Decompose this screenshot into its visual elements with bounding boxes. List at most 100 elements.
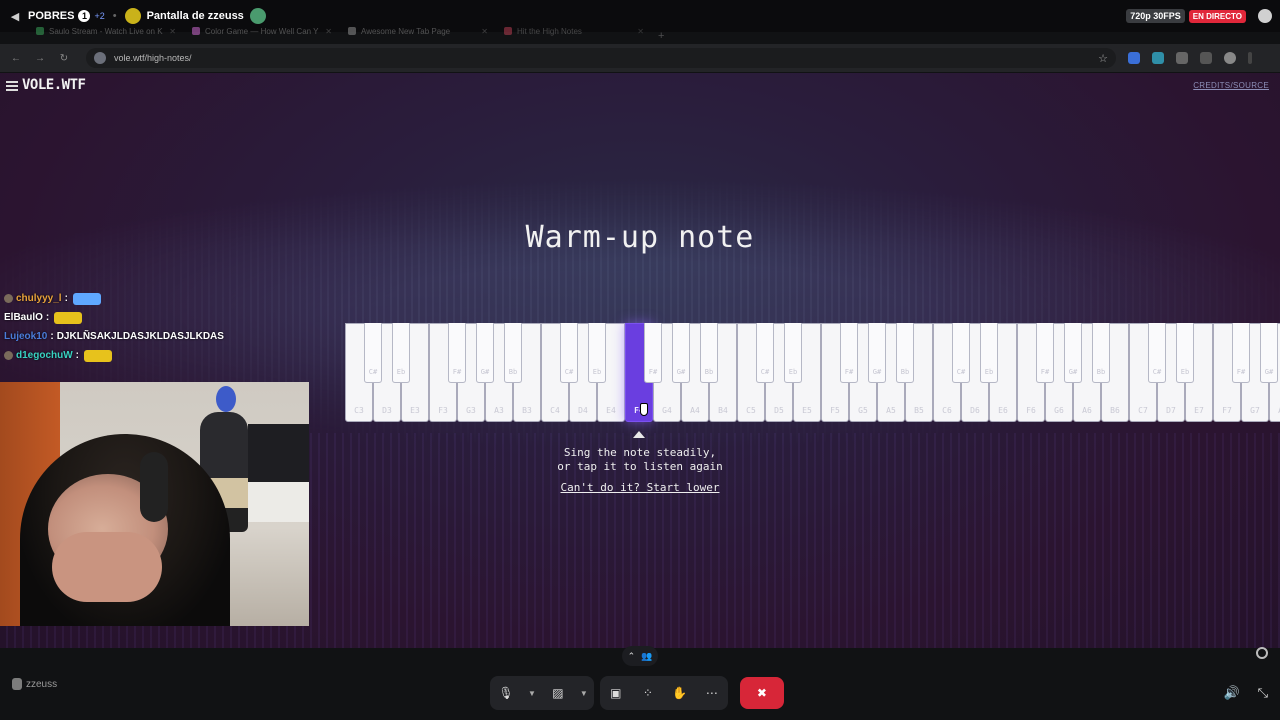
piano-key-fsharp5[interactable]: F#	[840, 323, 858, 383]
piano-key-label: E4	[606, 406, 616, 415]
tab-favicon-icon	[192, 27, 200, 35]
close-icon[interactable]: ✕	[169, 27, 176, 36]
piano-key-bb6[interactable]: Bb	[1092, 323, 1110, 383]
media-icon[interactable]	[1200, 52, 1212, 64]
bookmark-star-icon[interactable]: ☆	[1098, 52, 1108, 65]
piano-key-gsharp7[interactable]: G#	[1260, 323, 1278, 383]
chat-username[interactable]: d1egochuW	[16, 346, 73, 365]
chat-username[interactable]: ElBaulO	[4, 308, 43, 327]
close-icon[interactable]: ✕	[325, 27, 332, 36]
zoom-icon[interactable]	[1256, 647, 1268, 659]
soundboard-icon[interactable]: ✋	[670, 683, 690, 703]
reload-icon[interactable]: ↻	[56, 50, 72, 66]
piano-key-fsharp7[interactable]: F#	[1232, 323, 1250, 383]
piano-key-label: F#	[1236, 368, 1246, 376]
piano-key-label: C#	[564, 368, 574, 376]
tab-color-game[interactable]: Color Game — How Well Can Y ✕	[184, 20, 340, 42]
url-field[interactable]: vole.wtf/high-notes/ ☆	[86, 48, 1116, 68]
piano-key-gsharp6[interactable]: G#	[1064, 323, 1082, 383]
piano-key-label: A3	[494, 406, 504, 415]
piano-key-label: E3	[410, 406, 420, 415]
piano-key-label: Bb	[508, 368, 518, 376]
hamburger-menu-icon[interactable]	[6, 81, 18, 91]
piano-key-fsharp6[interactable]: F#	[1036, 323, 1054, 383]
chat-username[interactable]: chulyyy_l	[16, 289, 62, 308]
piano-key-csharp4[interactable]: C#	[560, 323, 578, 383]
activities-icon[interactable]: ⁘	[638, 683, 658, 703]
piano-key-label: G#	[1068, 368, 1078, 376]
piano-key-label: Eb	[592, 368, 602, 376]
piano-key-eb6[interactable]: Eb	[980, 323, 998, 383]
piano-key-fsharp3[interactable]: F#	[448, 323, 466, 383]
stream-owner-name: zzeuss	[26, 678, 58, 690]
piano-key-label: A4	[690, 406, 700, 415]
piano-key-label: C6	[942, 406, 952, 415]
chevron-down-icon[interactable]: ▼	[528, 689, 536, 698]
piano-key-gsharp4[interactable]: G#	[672, 323, 690, 383]
credits-link[interactable]: CREDITS/SOURCE	[1193, 81, 1269, 90]
piano-key-label: C#	[1152, 368, 1162, 376]
new-tab-button[interactable]: +	[658, 30, 664, 42]
piano-key-label: C3	[354, 406, 364, 415]
chat-message: chulyyy_l :	[4, 289, 224, 308]
volume-icon[interactable]: 🔊	[1224, 685, 1240, 701]
piano-key-bb5[interactable]: Bb	[896, 323, 914, 383]
back-icon[interactable]: ←	[8, 50, 24, 66]
fullscreen-exit-icon[interactable]: ⤡	[1258, 685, 1268, 701]
piano-key-eb4[interactable]: Eb	[588, 323, 606, 383]
url-text: vole.wtf/high-notes/	[114, 53, 192, 63]
site-info-icon[interactable]	[94, 52, 106, 64]
piano-key-label: F6	[1026, 406, 1036, 415]
piano-key-label: D7	[1166, 406, 1176, 415]
piano-key-label: Bb	[1096, 368, 1106, 376]
piano-key-eb5[interactable]: Eb	[784, 323, 802, 383]
forward-icon[interactable]: →	[32, 50, 48, 66]
piano-key-eb3[interactable]: Eb	[392, 323, 410, 383]
cam-headset	[140, 452, 168, 522]
piano-key-csharp7[interactable]: C#	[1148, 323, 1166, 383]
more-icon[interactable]: ⋯	[702, 683, 722, 703]
leave-call-button[interactable]: ✖	[739, 677, 784, 709]
piano-key-label: Eb	[396, 368, 406, 376]
extensions-puzzle-icon[interactable]	[1176, 52, 1188, 64]
piano-key-label: D6	[970, 406, 980, 415]
piano-key-label: Bb	[900, 368, 910, 376]
camera-off-icon[interactable]: ▨	[548, 683, 568, 703]
piano-key-label: C4	[550, 406, 560, 415]
address-bar-row: ← → ↻ vole.wtf/high-notes/ ☆	[0, 44, 1280, 72]
close-icon[interactable]: ✕	[637, 27, 644, 36]
piano-key-eb7[interactable]: Eb	[1176, 323, 1194, 383]
piano-key-label: A5	[886, 406, 896, 415]
piano-key-csharp3[interactable]: C#	[364, 323, 382, 383]
close-icon[interactable]: ✕	[481, 27, 488, 36]
site-logo[interactable]: VOLE.WTF	[22, 77, 86, 93]
piano-key-fsharp4[interactable]: F#	[644, 323, 662, 383]
chat-username[interactable]: Lujeok10	[4, 327, 47, 346]
piano-key-gsharp3[interactable]: G#	[476, 323, 494, 383]
chat-message: ElBaulO :	[4, 308, 224, 327]
piano-key-label: D4	[578, 406, 588, 415]
tab-high-notes[interactable]: Hit the High Notes ✕	[496, 20, 652, 42]
piano-key-gsharp5[interactable]: G#	[868, 323, 886, 383]
piano-key-label: F7	[1222, 406, 1232, 415]
piano-key-label: A7	[1270, 406, 1280, 415]
tab-saulo[interactable]: Saulo Stream - Watch Live on K ✕	[28, 20, 184, 42]
extension-icon[interactable]	[1128, 52, 1140, 64]
piano-key-csharp5[interactable]: C#	[756, 323, 774, 383]
piano-key-bb4[interactable]: Bb	[700, 323, 718, 383]
cam-mannequin-head	[216, 386, 236, 412]
chevron-down-icon[interactable]: ▼	[580, 689, 588, 698]
expand-participants-button[interactable]: ⌃ 👥	[622, 646, 658, 666]
extension-icon[interactable]	[1152, 52, 1164, 64]
piano-key-bb3[interactable]: Bb	[504, 323, 522, 383]
cam-hand	[52, 532, 162, 602]
tab-new-tab-page[interactable]: Awesome New Tab Page ✕	[340, 20, 496, 42]
piano-key-csharp6[interactable]: C#	[952, 323, 970, 383]
profile-icon[interactable]	[1224, 52, 1236, 64]
menu-dots-icon[interactable]	[1248, 52, 1252, 64]
screen-share-icon[interactable]: ▣	[606, 683, 626, 703]
piano-keyboard: C3 C# D3 Eb E3 F3 F# G3 G# A3 Bb B3 C4 C# D4 Eb E4 F4 F# G4…	[345, 323, 1280, 422]
piano-key-label: E6	[998, 406, 1008, 415]
piano-key-label: Bb	[704, 368, 714, 376]
microphone-icon[interactable]: 🎙	[496, 683, 516, 703]
